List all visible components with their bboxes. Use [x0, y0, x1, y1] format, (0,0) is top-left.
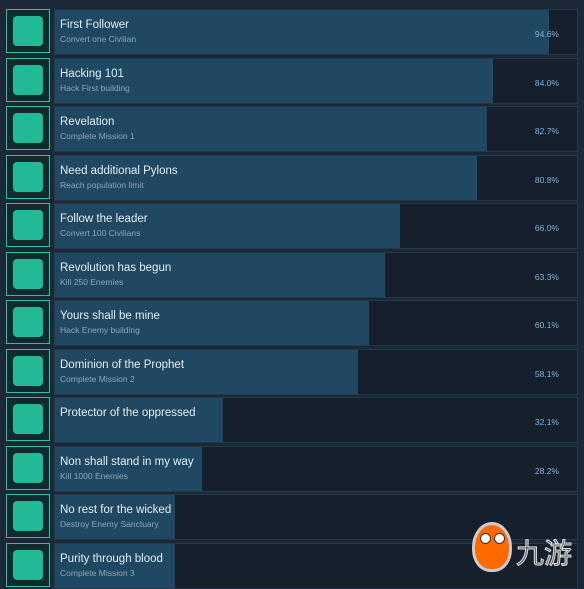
watermark-logo: 九游 [470, 520, 584, 588]
progress-fill [55, 252, 386, 297]
progress-bar: Non shall stand in my way Kill 1000 Enem… [54, 445, 578, 492]
dominion-icon [6, 348, 50, 393]
achievement-title: Hacking 101 [60, 67, 124, 80]
warrior-icon [6, 445, 50, 490]
achievement-row[interactable]: Yours shall be mine Hack Enemy building … [6, 300, 578, 346]
progress-fill [55, 107, 487, 151]
achievement-title: Protector of the oppressed [60, 407, 196, 419]
star-burst-icon [6, 542, 50, 587]
progress-fill [55, 58, 494, 103]
progress-bar: Yours shall be mine Hack Enemy building … [54, 300, 578, 346]
watermark-text: 九游 [515, 537, 573, 571]
progress-fill [55, 495, 176, 539]
achievement-percent: 82.7% [534, 126, 559, 136]
achievement-percent: 66.0% [534, 223, 559, 233]
achievement-description: Convert one Civilian [60, 34, 137, 44]
achievement-percent: 28.2% [534, 465, 559, 476]
achievement-title: Purity through blood [60, 552, 163, 565]
progress-fill [55, 349, 359, 394]
achievement-row[interactable]: Dominion of the Prophet Complete Mission… [6, 348, 578, 395]
progress-fill [55, 155, 477, 200]
prophet-icon [6, 106, 50, 150]
progress-fill [55, 204, 400, 248]
achievement-description: Hack Enemy building [60, 325, 140, 335]
mascot-icon [472, 522, 512, 572]
chevron-shield-icon [6, 300, 50, 344]
achievement-percent: 84.0% [534, 77, 559, 88]
achievement-description: Complete Mission 1 [60, 131, 135, 141]
achievement-description: Reach population limit [60, 179, 144, 190]
progress-bar: Hacking 101 Hack First building 84.0% [54, 57, 578, 104]
fist-icon [6, 251, 50, 296]
progress-bar: Revolution has begun Kill 250 Enemies 63… [54, 251, 578, 298]
achievement-description: Destroy Enemy Sanctuary [60, 519, 159, 529]
leader-icon [6, 203, 50, 247]
achievement-title: First Follower [60, 19, 130, 31]
achievement-title: Yours shall be mine [60, 310, 160, 322]
achievement-row[interactable]: Follow the leader Convert 100 Civilians … [6, 203, 578, 249]
usb-stick-icon [6, 57, 50, 102]
achievement-title: Need additional Pylons [60, 164, 178, 177]
progress-fill [55, 446, 203, 491]
achievement-description: Complete Mission 2 [60, 373, 135, 384]
achievement-description: Kill 1000 Enemies [60, 470, 129, 481]
achievement-title: Dominion of the Prophet [60, 358, 185, 371]
achievement-row[interactable]: Non shall stand in my way Kill 1000 Enem… [6, 445, 578, 492]
progress-bar: Protector of the oppressed 32.1% [54, 397, 578, 443]
achievement-percent: 94.6% [534, 29, 559, 39]
achievement-row[interactable]: Revelation Complete Mission 1 82.7% [6, 106, 578, 152]
achievement-title: Revelation [60, 116, 115, 128]
achievement-title: Revolution has begun [60, 261, 172, 274]
achievement-row[interactable]: First Follower Convert one Civilian 94.6… [6, 9, 578, 55]
progress-bar: Dominion of the Prophet Complete Mission… [54, 348, 578, 395]
achievement-percent: 32.1% [534, 417, 559, 427]
population-icon [6, 154, 50, 199]
achievement-description: Kill 250 Enemies [60, 276, 124, 287]
achievement-row[interactable]: Hacking 101 Hack First building 84.0% [6, 57, 578, 104]
progress-fill [55, 301, 369, 345]
progress-bar: Need additional Pylons Reach population … [54, 154, 578, 201]
achievement-description: Convert 100 Civilians [60, 228, 141, 238]
progress-bar: First Follower Convert one Civilian 94.6… [54, 9, 578, 55]
achievement-row[interactable]: Need additional Pylons Reach population … [6, 154, 578, 201]
achievement-percent: 58.1% [534, 368, 559, 379]
achievement-description: Complete Mission 3 [60, 567, 135, 578]
achievement-percent: 60.1% [534, 320, 559, 330]
progress-fill [55, 543, 176, 588]
sanctuary-icon [6, 494, 50, 538]
achievement-percent: 80.8% [534, 174, 559, 185]
achievement-title: Non shall stand in my way [60, 455, 194, 468]
spiral-head-icon [6, 9, 50, 53]
progress-fill [55, 398, 223, 442]
achievement-row[interactable]: Protector of the oppressed 32.1% [6, 397, 578, 443]
progress-bar: Revelation Complete Mission 1 82.7% [54, 106, 578, 152]
progress-fill [55, 10, 549, 54]
protector-icon [6, 397, 50, 441]
achievement-percent: 63.3% [534, 271, 559, 282]
achievement-title: Follow the leader [60, 213, 148, 225]
achievement-description: Hack First building [60, 82, 130, 93]
achievement-title: No rest for the wicked [60, 504, 172, 516]
achievement-row[interactable]: Revolution has begun Kill 250 Enemies 63… [6, 251, 578, 298]
progress-bar: Follow the leader Convert 100 Civilians … [54, 203, 578, 249]
